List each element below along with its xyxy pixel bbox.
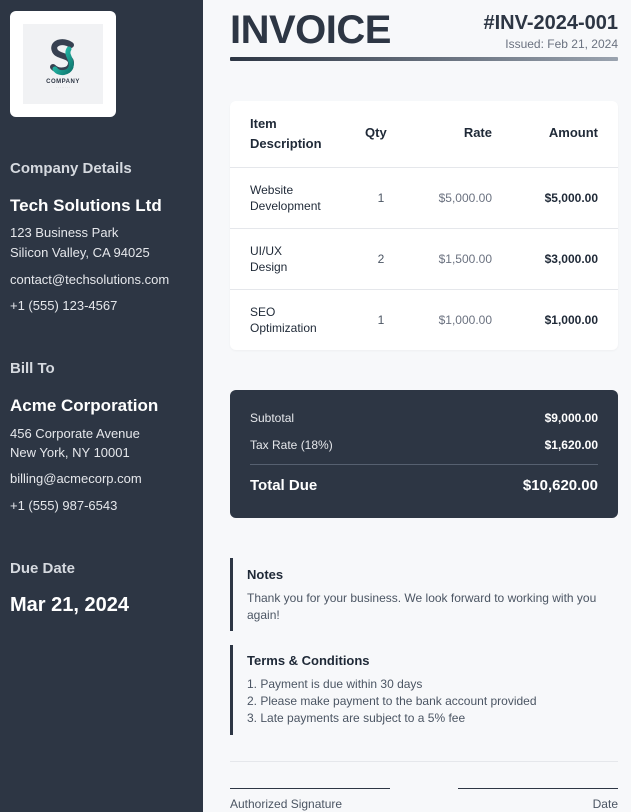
terms-title: Terms & Conditions [247, 653, 370, 668]
sidebar: COMPANY · · · · · · · · Company Details … [0, 0, 203, 812]
notes-title: Notes [247, 567, 284, 582]
row-amount: $3,000.00 [544, 252, 598, 266]
totals-panel: Subtotal $9,000.00 Tax Rate (18%) $1,620… [230, 390, 618, 518]
invoice-title: INVOICE [230, 8, 391, 52]
row-description: SEO Optimization [250, 304, 330, 336]
row-description-line2: Design [250, 260, 288, 274]
row-rate: $1,000.00 [438, 313, 492, 327]
date-line [458, 788, 618, 789]
terms-item: 2. Please make payment to the bank accou… [247, 694, 537, 708]
header-description-line2: Description [250, 136, 322, 151]
footer-divider [230, 761, 618, 762]
row-description-line2: Development [250, 199, 321, 213]
header-rate: Rate [463, 125, 492, 140]
header-qty: Qty [365, 125, 387, 140]
due-date-section-title: Due Date [10, 560, 76, 577]
tax-value: $1,620.00 [544, 438, 598, 452]
company-phone[interactable]: +1 (555) 123-4567 [10, 296, 117, 316]
header-amount: Amount [548, 125, 598, 140]
totals-divider [250, 464, 598, 465]
client-email[interactable]: billing@acmecorp.com [10, 469, 142, 489]
signature-label: Authorized Signature [230, 797, 343, 811]
subtotal-value: $9,000.00 [544, 411, 598, 425]
row-description: UI/UX Design [250, 243, 330, 275]
terms-item: 1. Payment is due within 30 days [247, 677, 423, 691]
company-logo: COMPANY · · · · · · · · [10, 11, 116, 117]
header-description: Item Description [250, 114, 322, 154]
company-name: Tech Solutions Ltd [10, 196, 162, 215]
client-address-line2: New York, NY 10001 [10, 445, 130, 460]
logo-tagline: · · · · · · · · [56, 85, 70, 89]
row-description-line1: UI/UX [250, 244, 283, 258]
bill-to-section-title: Bill To [10, 360, 55, 377]
subtotal-label: Subtotal [250, 411, 295, 425]
client-address-line1: 456 Corporate Avenue [10, 426, 140, 441]
row-description-line1: Website [250, 183, 294, 197]
total-due-value: $10,620.00 [522, 477, 598, 494]
title-divider [230, 57, 618, 61]
logo-mark: COMPANY · · · · · · · · [23, 24, 103, 104]
row-qty: 2 [377, 252, 385, 266]
row-amount: $5,000.00 [544, 191, 598, 205]
table-header: Item Description Qty Rate Amount [230, 101, 618, 168]
table-row: UI/UX Design 2 $1,500.00 $3,000.00 [230, 229, 618, 290]
company-section-title: Company Details [10, 160, 132, 177]
client-phone[interactable]: +1 (555) 987-6543 [10, 496, 117, 516]
row-rate: $1,500.00 [438, 252, 492, 266]
date-label: Date [592, 797, 618, 811]
notes-text: Thank you for your business. We look for… [247, 591, 597, 622]
tax-label: Tax Rate (18%) [250, 438, 333, 452]
row-description-line2: Optimization [250, 321, 317, 335]
row-amount: $1,000.00 [544, 313, 598, 327]
table-row: Website Development 1 $5,000.00 $5,000.0… [230, 168, 618, 229]
company-email[interactable]: contact@techsolutions.com [10, 270, 169, 290]
terms-section: Terms & Conditions 1. Payment is due wit… [230, 645, 618, 735]
notes-section: Notes Thank you for your business. We lo… [230, 558, 618, 631]
issued-date: Issued: Feb 21, 2024 [505, 37, 618, 51]
client-name: Acme Corporation [10, 396, 159, 415]
table-row: SEO Optimization 1 $1,000.00 $1,000.00 [230, 290, 618, 351]
line-items-table: Item Description Qty Rate Amount Website… [230, 101, 618, 350]
row-description: Website Development [250, 182, 330, 214]
company-address-line1: 123 Business Park [10, 225, 119, 240]
invoice-number: #INV-2024-001 [483, 12, 618, 34]
row-qty: 1 [377, 313, 385, 327]
row-qty: 1 [377, 191, 385, 205]
header-description-line1: Item [250, 116, 277, 131]
logo-icon [50, 39, 75, 76]
row-description-line1: SEO [250, 305, 276, 319]
company-address-line2: Silicon Valley, CA 94025 [10, 245, 150, 260]
total-due-label: Total Due [250, 477, 318, 494]
terms-item: 3. Late payments are subject to a 5% fee [247, 711, 466, 725]
due-date-value: Mar 21, 2024 [10, 594, 129, 616]
row-rate: $5,000.00 [438, 191, 492, 205]
signature-line [230, 788, 390, 789]
